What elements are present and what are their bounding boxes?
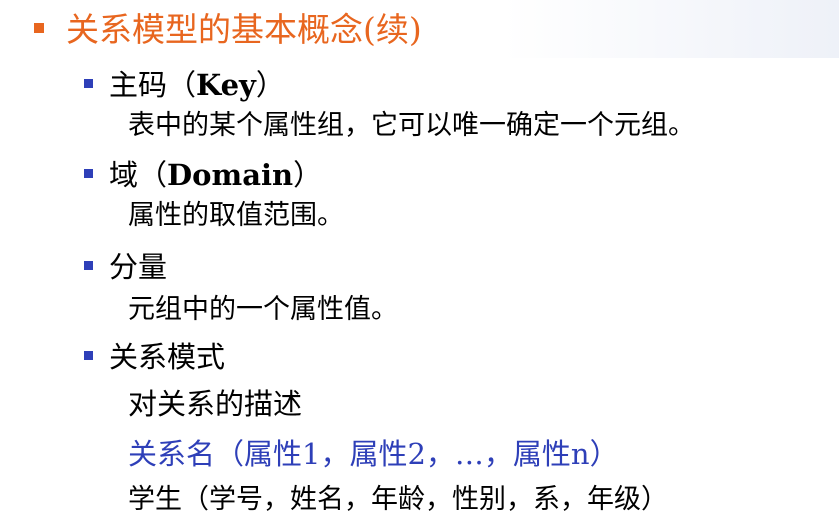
item-label-key: 主码（Key）	[109, 68, 285, 102]
item-label-component: 分量	[109, 250, 168, 284]
item-desc-key: 表中的某个属性组，它可以唯一确定一个元组。	[128, 110, 695, 141]
list-item-component: 分量	[84, 245, 167, 285]
schema-example: 学生（学号，姓名，年龄，性别，系，年级）	[128, 484, 668, 515]
list-item-domain: 域（Domain）	[84, 153, 322, 193]
item-label-schema: 关系模式	[109, 340, 226, 374]
bullet-marker	[84, 260, 93, 270]
slide-title: 关系模型的基本概念(续)	[66, 10, 422, 49]
item-desc-schema: 对关系的描述	[128, 387, 303, 421]
title-row: 关系模型的基本概念(续)	[34, 2, 422, 52]
schema-format: 关系名（属性1，属性2，…，属性n）	[128, 437, 619, 471]
list-item-key: 主码（Key）	[84, 63, 285, 103]
item-desc-component: 元组中的一个属性值。	[128, 294, 398, 325]
item-label-domain: 域（Domain）	[109, 158, 323, 192]
item-desc-domain: 属性的取值范围。	[128, 200, 344, 231]
list-item-schema: 关系模式	[84, 335, 225, 375]
bullet-marker	[84, 78, 93, 88]
bullet-marker	[84, 168, 93, 178]
bullet-marker	[84, 350, 93, 360]
title-bullet	[34, 23, 44, 33]
